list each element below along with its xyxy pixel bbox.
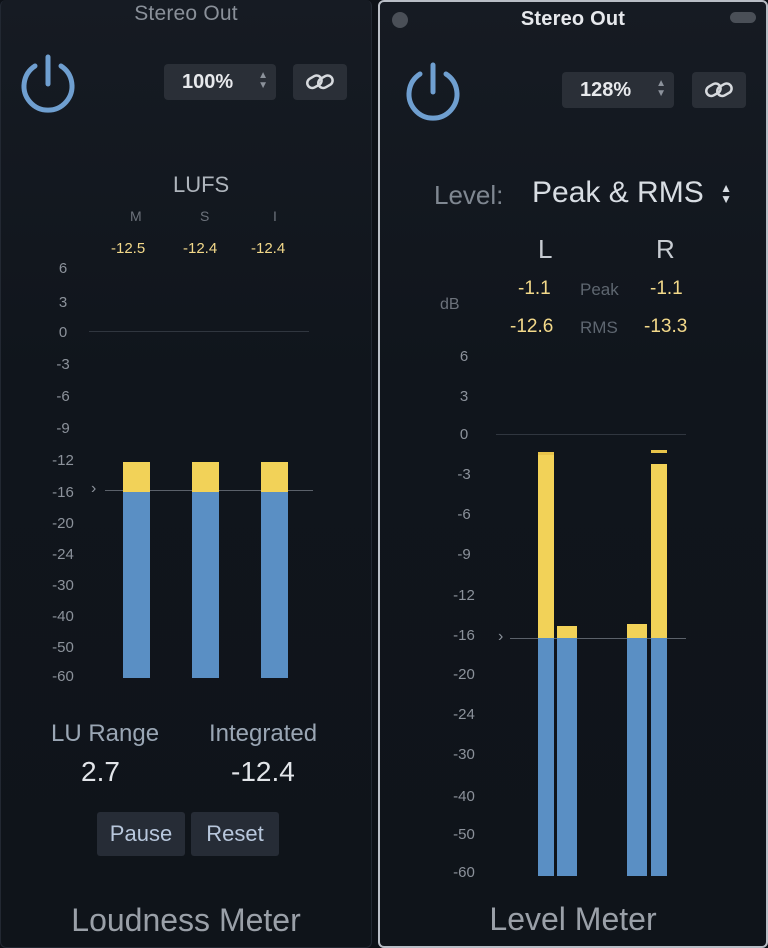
scale-label: -16: [52, 484, 74, 501]
chevron-updown-icon: ▲ ▼: [258, 70, 268, 91]
scale-label: -20: [52, 515, 74, 532]
meter-bar-m-peak: [123, 462, 150, 492]
meter-bar-right-rms-body: [627, 638, 647, 876]
meter-bar-right-rms: [627, 624, 647, 638]
scale-label: -3: [56, 356, 70, 373]
meter-bar-left-rms: [557, 626, 577, 638]
scale-label: -40: [52, 608, 74, 625]
scale-label: -12: [52, 452, 74, 469]
peak-right-value: -1.1: [650, 278, 683, 299]
scale-label: 6: [58, 260, 68, 277]
zoom-value: 128%: [580, 78, 632, 101]
zoom-select[interactable]: 100% ▲ ▼: [164, 64, 276, 100]
meter-bar-left-peak: [538, 455, 554, 638]
reset-button[interactable]: Reset: [191, 812, 279, 856]
value-i: -12.4: [251, 240, 286, 257]
column-label-m: M: [130, 208, 142, 224]
scale-label: -16: [453, 627, 475, 644]
rms-left-value: -12.6: [510, 316, 554, 337]
level-mode-value: Peak & RMS: [532, 176, 704, 209]
left-channel-label: L: [538, 234, 553, 264]
window-title: Stereo Out: [520, 8, 626, 30]
db-label: dB: [440, 296, 460, 313]
power-icon[interactable]: [13, 48, 83, 118]
rms-label: RMS: [580, 318, 618, 337]
meter-bar-left-peak-body: [538, 638, 554, 876]
pause-button[interactable]: Pause: [97, 812, 185, 856]
scale-label: -3: [457, 466, 471, 483]
scale-label: -60: [52, 668, 74, 685]
zoom-value: 100%: [182, 70, 234, 93]
scale-label: 3: [459, 388, 469, 405]
lu-range-value: 2.7: [81, 756, 120, 787]
chevron-updown-icon: ▲ ▼: [656, 78, 666, 99]
value-s: -12.4: [183, 240, 218, 257]
column-label-i: I: [273, 208, 277, 224]
meter-bar-right-peak-body: [651, 638, 667, 876]
peak-left-value: -1.1: [518, 278, 551, 299]
panel-footer-title: Loudness Meter: [71, 902, 301, 938]
level-mode-select[interactable]: Peak & RMS ▲ ▼: [532, 176, 732, 210]
zero-line: [496, 434, 686, 435]
scale-label: -9: [56, 420, 70, 437]
column-label-s: S: [200, 208, 210, 224]
scale-label: 0: [459, 426, 469, 443]
meter-bar-s: [192, 492, 219, 678]
scale-label: -30: [52, 577, 74, 594]
target-marker-icon: ›: [498, 628, 504, 645]
level-mode-label: Level:: [434, 180, 504, 210]
link-button[interactable]: [293, 64, 347, 100]
scale-label: -50: [52, 639, 74, 656]
scale-label: -50: [453, 826, 475, 843]
meter-bar-right-peak: [651, 464, 667, 638]
scale-label: 0: [58, 324, 68, 341]
target-marker-icon: ›: [91, 480, 97, 497]
lufs-label: LUFS: [173, 172, 230, 197]
peak-label: Peak: [580, 280, 619, 299]
window-title: Stereo Out: [134, 2, 238, 25]
chevron-updown-icon: ▲ ▼: [720, 181, 732, 207]
scale-label: -24: [453, 706, 475, 723]
meter-bar-i: [261, 492, 288, 678]
integrated-value: -12.4: [231, 756, 295, 787]
peak-hold-right: [651, 450, 667, 453]
scale-label: -12: [453, 587, 475, 604]
scale-label: -20: [453, 666, 475, 683]
right-channel-label: R: [656, 234, 675, 264]
scale-label: -60: [453, 864, 475, 881]
scale-label: -6: [457, 506, 471, 523]
scale-label: 6: [459, 348, 469, 365]
scale-label: 3: [58, 294, 68, 311]
level-meter-panel: Stereo Out 128% ▲ ▼ Level: Peak & RMS ▲ ▼ …: [378, 0, 768, 948]
link-icon: [705, 82, 733, 98]
link-icon: [306, 74, 334, 90]
integrated-label: Integrated: [209, 720, 318, 747]
meter-bar-m: [123, 492, 150, 678]
lu-range-label: LU Range: [51, 720, 160, 747]
rms-right-value: -13.3: [644, 316, 688, 337]
scale-label: -9: [457, 546, 471, 563]
scale-label: -30: [453, 746, 475, 763]
scale-label: -6: [56, 388, 70, 405]
scale-label: -24: [52, 546, 74, 563]
meter-bar-i-peak: [261, 462, 288, 492]
link-button[interactable]: [692, 72, 746, 108]
power-icon[interactable]: [398, 56, 468, 126]
meter-bar-left-rms-body: [557, 638, 577, 876]
panel-footer-title: Level Meter: [489, 901, 657, 937]
zero-line: [89, 331, 309, 332]
value-m: -12.5: [111, 240, 146, 257]
meter-bar-s-peak: [192, 462, 219, 492]
zoom-select[interactable]: 128% ▲ ▼: [562, 72, 674, 108]
scale-label: -40: [453, 788, 475, 805]
loudness-meter-panel: Stereo Out 100% ▲ ▼ LUFS M S I -12.5 -12.…: [0, 0, 372, 948]
